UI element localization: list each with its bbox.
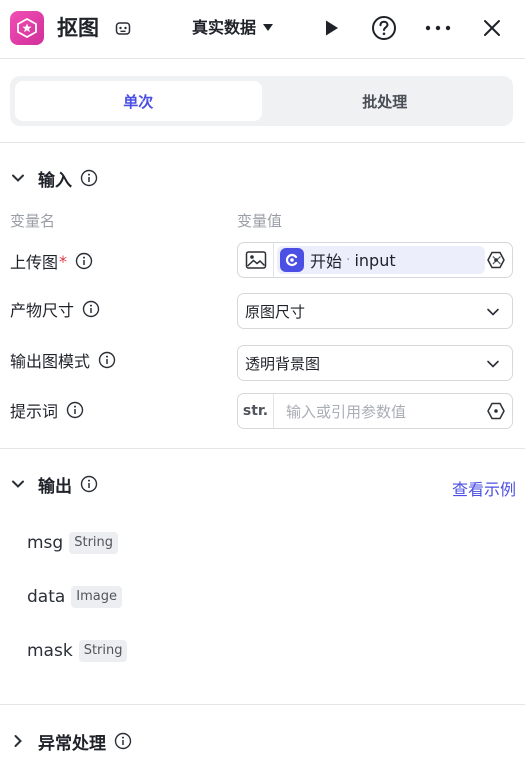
output-field-name: msg bbox=[27, 533, 64, 553]
info-icon[interactable] bbox=[66, 401, 84, 419]
image-type-tag bbox=[238, 243, 274, 277]
close-icon bbox=[484, 20, 500, 36]
string-type-tag: str. bbox=[238, 394, 274, 428]
param-name: 上传图 bbox=[10, 253, 59, 272]
chip-variable-name: input bbox=[354, 250, 396, 270]
image-icon bbox=[245, 251, 266, 269]
chevron-down-icon bbox=[12, 480, 24, 488]
tab-batch[interactable]: 批处理 bbox=[262, 81, 509, 121]
chip-separator: · bbox=[346, 252, 351, 268]
help-icon bbox=[372, 16, 396, 40]
header-divider bbox=[0, 58, 525, 59]
robot-icon[interactable] bbox=[114, 19, 132, 37]
output-field-row: mask String bbox=[27, 638, 128, 664]
info-icon[interactable] bbox=[75, 252, 93, 270]
panel-header: 抠图 真实数据 bbox=[0, 0, 525, 58]
help-button[interactable] bbox=[369, 13, 399, 43]
data-mode-label: 真实数据 bbox=[192, 18, 257, 37]
type-badge: Image bbox=[71, 586, 123, 608]
output-field-name: data bbox=[27, 587, 66, 607]
param-name: 产物尺寸 bbox=[10, 301, 75, 320]
prompt-input[interactable]: str. 输入或引用参数值 bbox=[237, 393, 513, 429]
info-icon[interactable] bbox=[114, 732, 132, 750]
chevron-down-icon bbox=[12, 174, 24, 182]
close-button[interactable] bbox=[477, 13, 507, 43]
param-label-output-mode: 输出图模式 bbox=[10, 348, 116, 372]
data-mode-select[interactable]: 真实数据 bbox=[192, 17, 274, 39]
caret-down-icon bbox=[263, 24, 274, 31]
param-label-output-size: 产物尺寸 bbox=[10, 297, 100, 321]
output-mode-select[interactable]: 透明背景图 bbox=[237, 345, 513, 381]
param-label-prompt: 提示词 bbox=[10, 398, 84, 422]
output-field-row: msg String bbox=[27, 530, 119, 556]
chevron-right-icon bbox=[14, 735, 22, 747]
info-icon[interactable] bbox=[80, 475, 98, 493]
output-mode-value: 透明背景图 bbox=[245, 354, 321, 373]
view-example-link[interactable]: 查看示例 bbox=[452, 476, 516, 500]
variable-reference-chip[interactable]: 开始 · input × bbox=[277, 246, 503, 274]
chevron-down-icon bbox=[487, 360, 499, 368]
chevron-down-icon bbox=[487, 308, 499, 316]
required-mark: * bbox=[59, 251, 68, 271]
prompt-placeholder: 输入或引用参数值 bbox=[286, 402, 407, 421]
output-size-select[interactable]: 原图尺寸 bbox=[237, 293, 513, 329]
output-section-header[interactable]: 输出 bbox=[10, 472, 98, 497]
variable-picker-icon[interactable] bbox=[486, 401, 506, 421]
run-mode-tabs: 单次 批处理 bbox=[10, 76, 513, 126]
param-name: 提示词 bbox=[10, 402, 59, 421]
column-header-name: 变量名 bbox=[10, 212, 56, 230]
run-button[interactable] bbox=[316, 13, 346, 43]
param-name: 输出图模式 bbox=[10, 352, 91, 371]
tab-single[interactable]: 单次 bbox=[15, 81, 262, 121]
input-section-header[interactable]: 输入 bbox=[10, 166, 98, 191]
info-icon[interactable] bbox=[98, 351, 116, 369]
output-field-name: mask bbox=[27, 641, 73, 661]
more-button[interactable] bbox=[423, 13, 453, 43]
error-section-title: 异常处理 bbox=[38, 733, 106, 754]
info-icon[interactable] bbox=[82, 300, 100, 318]
info-icon[interactable] bbox=[80, 169, 98, 187]
output-size-value: 原图尺寸 bbox=[245, 302, 306, 321]
column-header-value: 变量值 bbox=[237, 212, 283, 230]
output-divider bbox=[0, 704, 525, 705]
tabs-divider bbox=[0, 142, 525, 143]
input-section-title: 输入 bbox=[38, 170, 72, 191]
play-icon bbox=[326, 20, 338, 36]
more-icon bbox=[425, 25, 451, 31]
output-section-title: 输出 bbox=[38, 476, 72, 497]
page-title: 抠图 bbox=[57, 16, 99, 40]
chip-node-name: 开始 bbox=[310, 252, 343, 271]
variable-picker-icon[interactable] bbox=[486, 250, 506, 270]
type-badge: String bbox=[69, 532, 119, 554]
param-label-upload-image: 上传图 * bbox=[10, 249, 93, 273]
sticker-icon bbox=[10, 11, 44, 45]
error-section-header[interactable]: 异常处理 bbox=[10, 729, 132, 754]
upload-image-field[interactable]: 开始 · input × bbox=[237, 242, 513, 278]
type-badge: String bbox=[78, 640, 128, 662]
input-divider bbox=[0, 448, 525, 449]
start-node-icon bbox=[280, 248, 304, 272]
output-field-row: data Image bbox=[27, 584, 123, 610]
